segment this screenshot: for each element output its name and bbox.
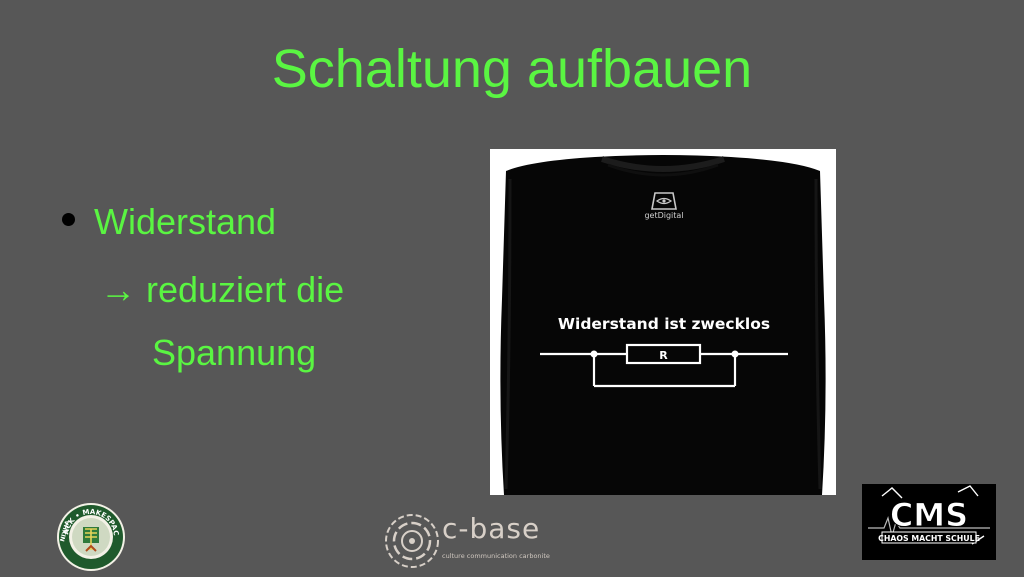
cms-graffiti-icon: CMS CHAOS MACHT SCHULE xyxy=(868,485,990,545)
cbase-name: c-base xyxy=(442,512,541,545)
bullet-text: Widerstand xyxy=(94,201,277,242)
slide-title: Schaltung aufbauen xyxy=(271,39,753,99)
cms-big-text: CMS xyxy=(890,496,968,534)
tshirt-slogan: Widerstand ist zwecklos xyxy=(558,315,770,333)
brand-label-text: getDigital xyxy=(644,211,683,220)
circuit-node-left xyxy=(590,350,598,358)
cbase-ring-icon xyxy=(385,514,439,568)
hack-makespace-logo: HACK • MAKESPACE NIXHA xyxy=(53,496,126,572)
resistor-label: R xyxy=(659,349,668,362)
bullet-dot xyxy=(62,213,75,226)
continuation-line-1: → reduziert die xyxy=(100,269,345,310)
chaos-macht-schule-logo: CMS CHAOS MACHT SCHULE xyxy=(862,484,996,560)
cms-subtitle: CHAOS MACHT SCHULE xyxy=(878,534,980,543)
circuit-node-right xyxy=(731,350,739,358)
tshirt-graphic: getDigital Widerstand ist zwecklos R xyxy=(500,155,826,495)
cbase-tagline: culture communication carbonite xyxy=(442,552,550,560)
continuation-line-2: Spannung xyxy=(152,332,317,373)
cbase-logo: c-base culture communication carbonite xyxy=(384,510,554,572)
tshirt-image: getDigital Widerstand ist zwecklos R xyxy=(490,149,836,495)
